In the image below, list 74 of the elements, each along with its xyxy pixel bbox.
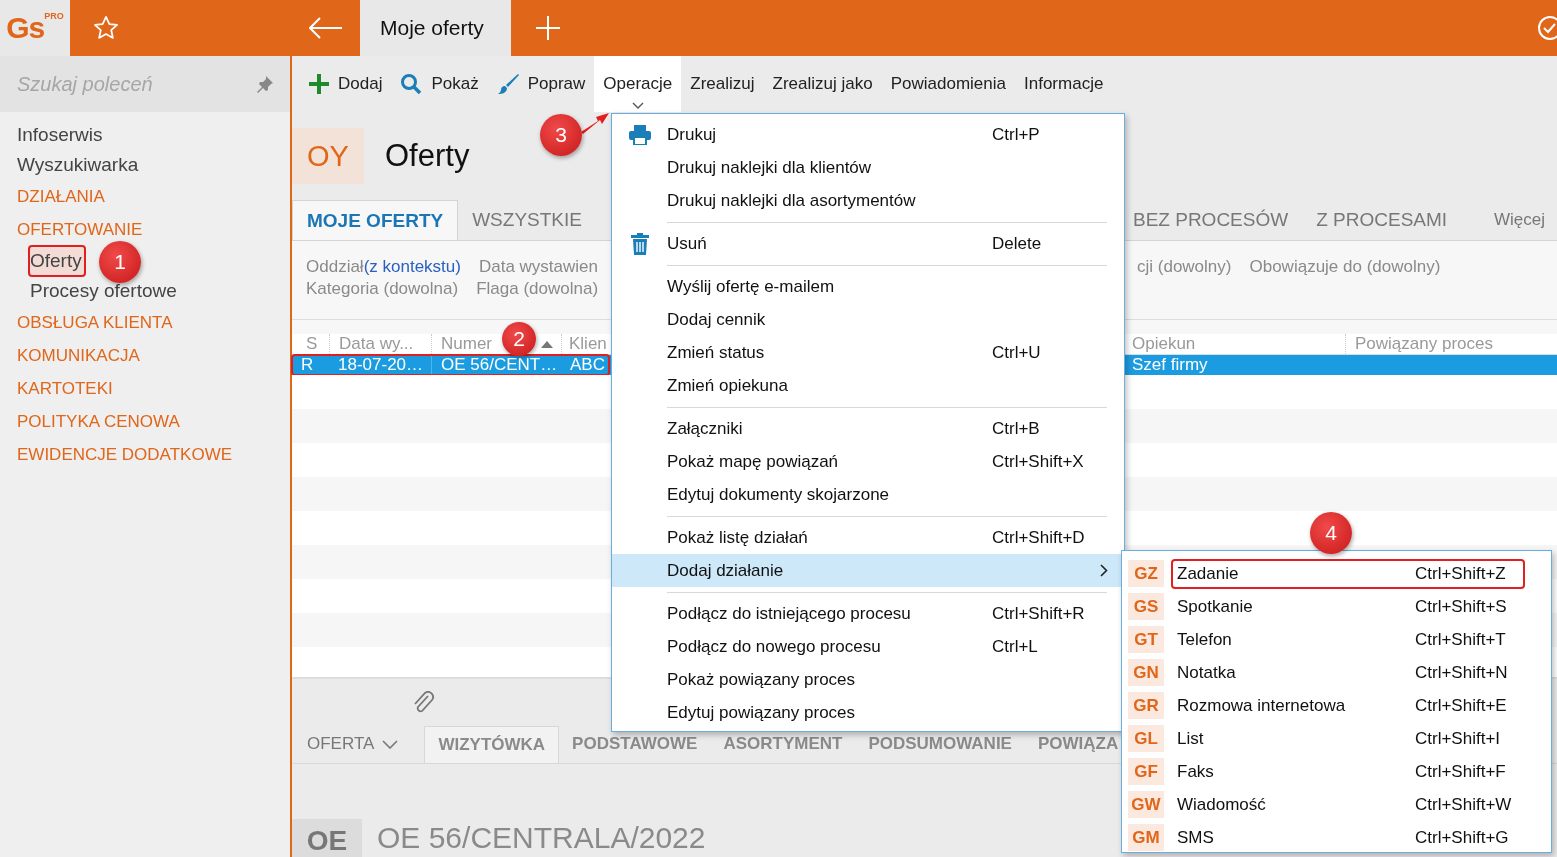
menu-item[interactable]: Telefon Ctrl+Shift+T [1172, 625, 1524, 654]
menu-item[interactable]: Wyślij ofertę e-mailem [612, 270, 1124, 303]
menu-item[interactable]: Drukuj naklejki dla klientów [612, 151, 1124, 184]
chevron-down-icon [382, 739, 399, 749]
pin-icon[interactable] [256, 75, 274, 93]
toolbar-button[interactable]: Popraw [487, 56, 595, 112]
activity-code-badge: GZ [1128, 560, 1164, 587]
menu-item[interactable]: Podłącz do istniejącego procesu Ctrl+Shift+R [612, 597, 1124, 630]
menu-item[interactable]: Pokaż listę działań Ctrl+Shift+D [612, 521, 1124, 554]
document-badge: OE [292, 819, 362, 857]
activity-code-badge: GN [1128, 659, 1164, 686]
table-cell-text: R [300, 355, 315, 375]
trash-icon [630, 232, 649, 255]
nav-item[interactable]: Infoserwis [16, 120, 106, 150]
menu-item[interactable]: Spotkanie Ctrl+Shift+S [1172, 592, 1524, 621]
menu-item[interactable]: List Ctrl+Shift+I [1172, 724, 1524, 753]
document-tab[interactable]: Moje oferty [360, 0, 511, 56]
menu-item[interactable]: Pokaż powiązany proces [612, 663, 1124, 696]
activity-code-badge: GS [1128, 593, 1164, 620]
view-tab[interactable]: WSZYSTKIE [458, 200, 596, 240]
page-title: Oferty [385, 138, 470, 174]
search-icon [400, 73, 423, 95]
nav-item[interactable]: Wyszukiwarka [16, 150, 142, 180]
plus-icon [309, 74, 329, 94]
search-bar[interactable]: Szukaj poleceń [0, 56, 290, 112]
activity-code-badge: GF [1128, 758, 1164, 785]
menu-item[interactable]: Rozmowa internetowa Ctrl+Shift+E [1172, 691, 1524, 720]
filter-link[interactable]: Oddział(z kontekstu) [306, 257, 461, 277]
menu-item[interactable]: Faks Ctrl+Shift+F [1172, 757, 1524, 786]
menu-item[interactable]: Zmień status Ctrl+U [612, 336, 1124, 369]
table-cell-text: ABC [569, 355, 606, 375]
toolbar-button[interactable]: Zrealizuj jako [763, 56, 882, 112]
star-icon[interactable] [92, 14, 120, 42]
toolbar-button[interactable]: Powiadomienia [881, 56, 1015, 112]
menu-item[interactable]: Usuń Delete [612, 227, 1124, 260]
sort-up-icon[interactable] [541, 340, 553, 348]
printer-icon [628, 124, 651, 145]
nav-item[interactable]: Oferty [29, 246, 85, 276]
view-tab[interactable]: Więcej [1484, 200, 1557, 240]
view-tab[interactable]: BEZ PROCESÓW [1123, 200, 1307, 240]
activity-code-badge: GT [1128, 626, 1164, 653]
toolbar-button[interactable]: Operacje [594, 56, 682, 112]
table-cell-text: Szef firmy [1131, 355, 1209, 375]
back-arrow-icon[interactable] [309, 17, 343, 39]
module-badge: OY [292, 128, 364, 184]
menu-item[interactable]: Podłącz do nowego procesu Ctrl+L [612, 630, 1124, 663]
activity-code-badge: GM [1128, 824, 1164, 851]
activity-code-badge: GW [1128, 791, 1164, 818]
table-cell-text: 18-07-20… [337, 355, 425, 375]
view-tab[interactable]: Z PROCESAMI [1306, 200, 1466, 240]
menu-item[interactable]: Pokaż mapę powiązań Ctrl+Shift+X [612, 445, 1124, 478]
menu-item[interactable]: Drukuj naklejki dla asortymentów [612, 184, 1124, 217]
menu-item[interactable]: Wiadomość Ctrl+Shift+W [1172, 790, 1524, 819]
caret-icon [631, 102, 644, 109]
toolbar-button[interactable]: Pokaż [391, 56, 488, 112]
menu-item[interactable]: Dodaj działanie [612, 554, 1124, 587]
document-title: OE 56/CENTRALA/2022 [377, 820, 706, 856]
toolbar-button[interactable]: Dodaj [300, 56, 392, 112]
toolbar-button[interactable]: Informacje [1015, 56, 1113, 112]
menu-item[interactable]: Notatka Ctrl+Shift+N [1172, 658, 1524, 687]
view-tab[interactable]: MOJE OFERTY [292, 200, 459, 240]
brush-icon [496, 73, 519, 95]
menu-item[interactable]: SMS Ctrl+Shift+G [1172, 823, 1524, 852]
activity-code-badge: GL [1128, 725, 1164, 752]
menu-item[interactable]: Drukuj Ctrl+P [612, 118, 1124, 151]
menu-item[interactable]: Dodaj cennik [612, 303, 1124, 336]
menu-item[interactable]: Zadanie Ctrl+Shift+Z [1172, 559, 1524, 588]
menu-item[interactable]: Edytuj powiązany proces [612, 696, 1124, 729]
section-dropdown[interactable]: OFERTA [307, 725, 399, 763]
search-field[interactable]: Szukaj poleceń [17, 70, 248, 98]
toolbar-button[interactable]: Zrealizuj [681, 56, 764, 112]
menu-item[interactable]: Zmień opiekuna [612, 369, 1124, 402]
plus-icon[interactable] [535, 15, 561, 41]
activity-code-badge: GR [1128, 692, 1164, 719]
